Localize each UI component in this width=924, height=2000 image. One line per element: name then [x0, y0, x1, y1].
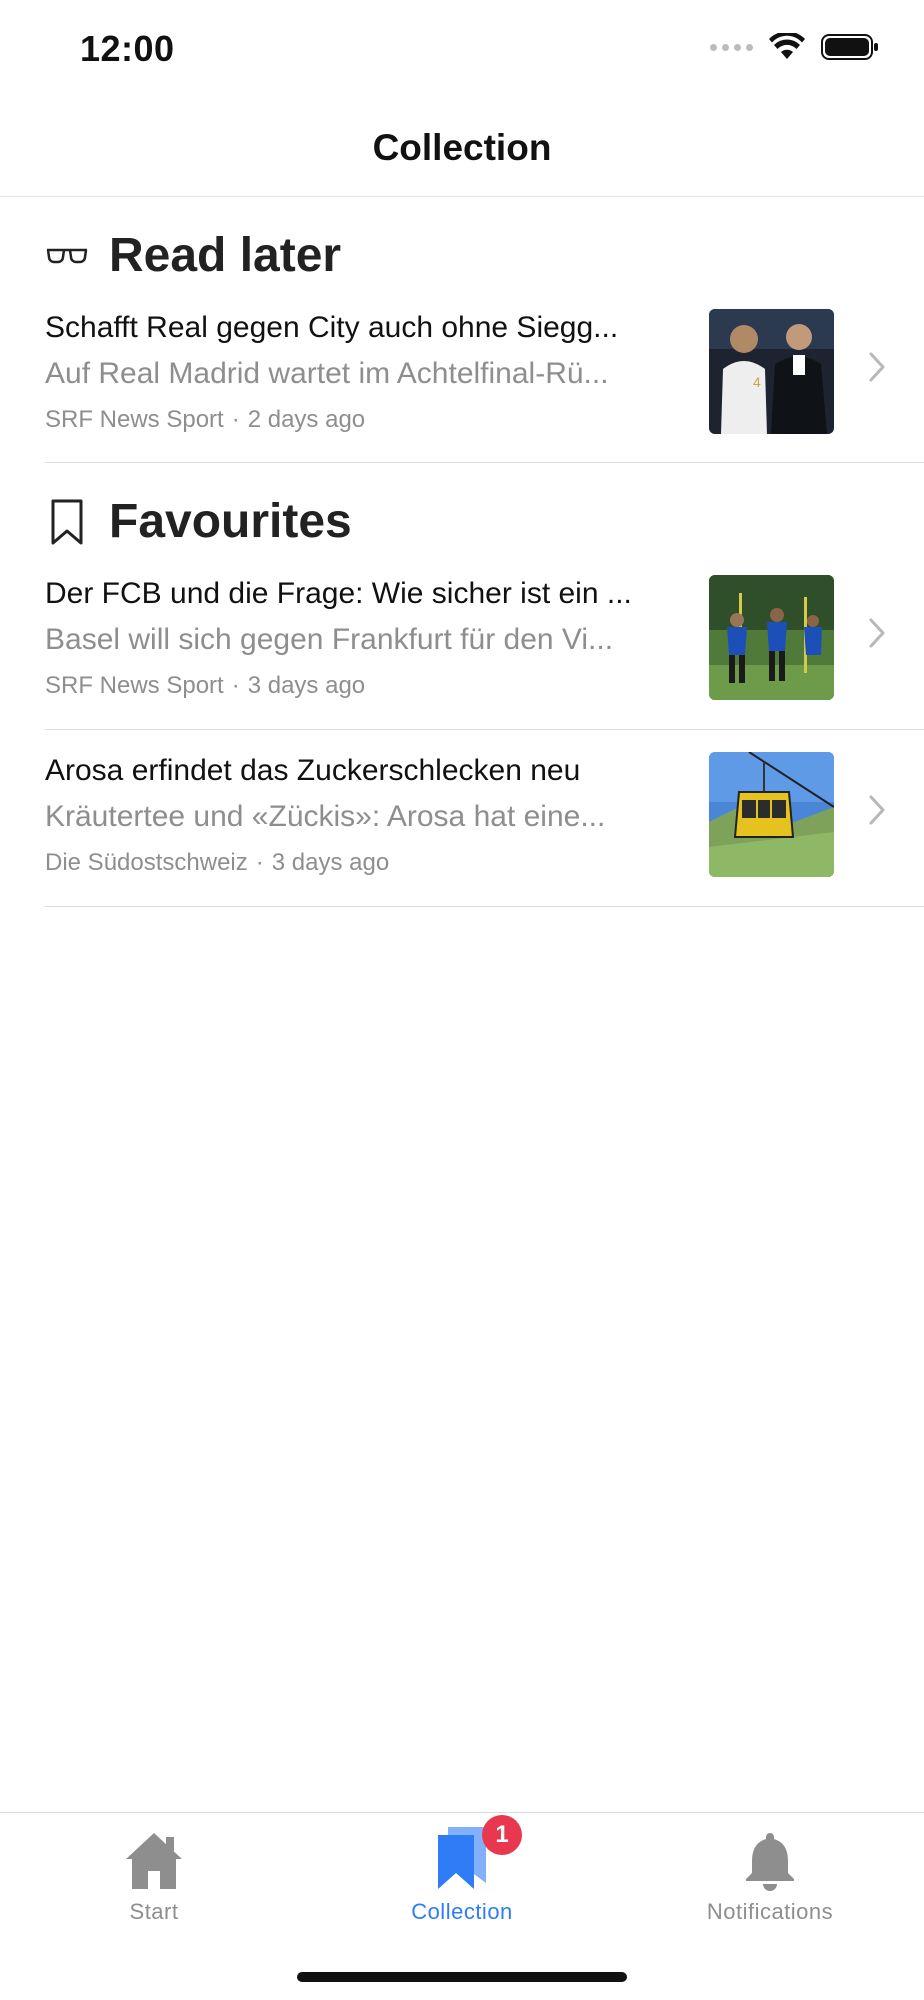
article-row[interactable]: Arosa erfindet das Zuckerschlecken neu K… — [45, 748, 924, 924]
svg-text:4: 4 — [753, 374, 761, 390]
tab-notifications[interactable]: Notifications — [616, 1813, 924, 1933]
tab-start[interactable]: Start — [0, 1813, 308, 1933]
article-row[interactable]: Der FCB und die Frage: Wie sicher ist ei… — [45, 571, 924, 747]
favourites-header: Favourites — [45, 494, 352, 549]
meta-separator: · — [231, 672, 240, 699]
read-later-title: Read later — [109, 229, 342, 282]
cellular-signal-icon — [710, 43, 753, 51]
article-source: Die Südostschweiz — [45, 849, 248, 876]
bell-icon — [746, 1833, 794, 1891]
article-thumbnail: 4 — [709, 309, 834, 434]
article-teaser: Auf Real Madrid wartet im Achtelfinal-Rü… — [45, 357, 609, 390]
article-time: 3 days ago — [247, 672, 366, 699]
notification-badge: 1 — [482, 1815, 522, 1855]
favourites-title: Favourites — [109, 495, 352, 548]
status-bar: 12:00 — [0, 0, 924, 100]
tab-collection[interactable]: 1 Collection — [308, 1813, 616, 1933]
article-source: SRF News Sport — [45, 406, 224, 433]
article-teaser: Kräutertee und «Zückis»: Arosa hat eine.… — [45, 800, 606, 833]
navigation-bar: Collection — [0, 100, 924, 197]
wifi-icon — [769, 33, 805, 59]
divider — [45, 729, 924, 730]
home-indicator[interactable] — [297, 1972, 627, 1982]
article-meta: SRF News Sport · 3 days ago — [45, 663, 665, 709]
collection-screen: 12:00 Collection Read later Schafft Real… — [0, 0, 924, 2000]
chevron-right-icon — [869, 618, 885, 648]
article-source: SRF News Sport — [45, 672, 224, 699]
tab-label: Notifications — [706, 1899, 834, 1924]
page-title: Collection — [372, 127, 552, 168]
glasses-icon — [46, 248, 88, 263]
article-time: 2 days ago — [247, 406, 366, 433]
meta-separator: · — [231, 406, 240, 433]
meta-separator: · — [255, 849, 264, 876]
article-text: Arosa erfindet das Zuckerschlecken neu K… — [45, 748, 665, 886]
chevron-right-icon — [869, 795, 885, 825]
article-meta: Die Südostschweiz · 3 days ago — [45, 840, 665, 886]
article-thumbnail — [709, 752, 834, 877]
article-text: Der FCB und die Frage: Wie sicher ist ei… — [45, 571, 665, 709]
article-teaser: Basel will sich gegen Frankfurt für den … — [45, 623, 614, 656]
article-row[interactable]: Schafft Real gegen City auch ohne Siegg.… — [45, 305, 924, 481]
read-later-header: Read later — [45, 228, 341, 283]
divider — [45, 906, 924, 907]
article-thumbnail — [709, 575, 834, 700]
battery-icon — [821, 34, 878, 60]
article-title: Arosa erfindet das Zuckerschlecken neu — [45, 754, 581, 787]
article-title: Der FCB und die Frage: Wie sicher ist ei… — [45, 577, 632, 610]
divider — [45, 462, 924, 463]
status-time: 12:00 — [80, 28, 175, 69]
bookmark-icon — [51, 499, 83, 544]
tab-label: Collection — [411, 1899, 513, 1924]
article-title: Schafft Real gegen City auch ohne Siegg.… — [45, 311, 619, 344]
article-meta: SRF News Sport · 2 days ago — [45, 397, 665, 443]
home-icon — [126, 1833, 182, 1889]
status-icons — [710, 33, 879, 61]
tab-label: Start — [129, 1899, 179, 1924]
article-time: 3 days ago — [271, 849, 390, 876]
article-text: Schafft Real gegen City auch ohne Siegg.… — [45, 305, 665, 443]
chevron-right-icon — [869, 352, 885, 382]
